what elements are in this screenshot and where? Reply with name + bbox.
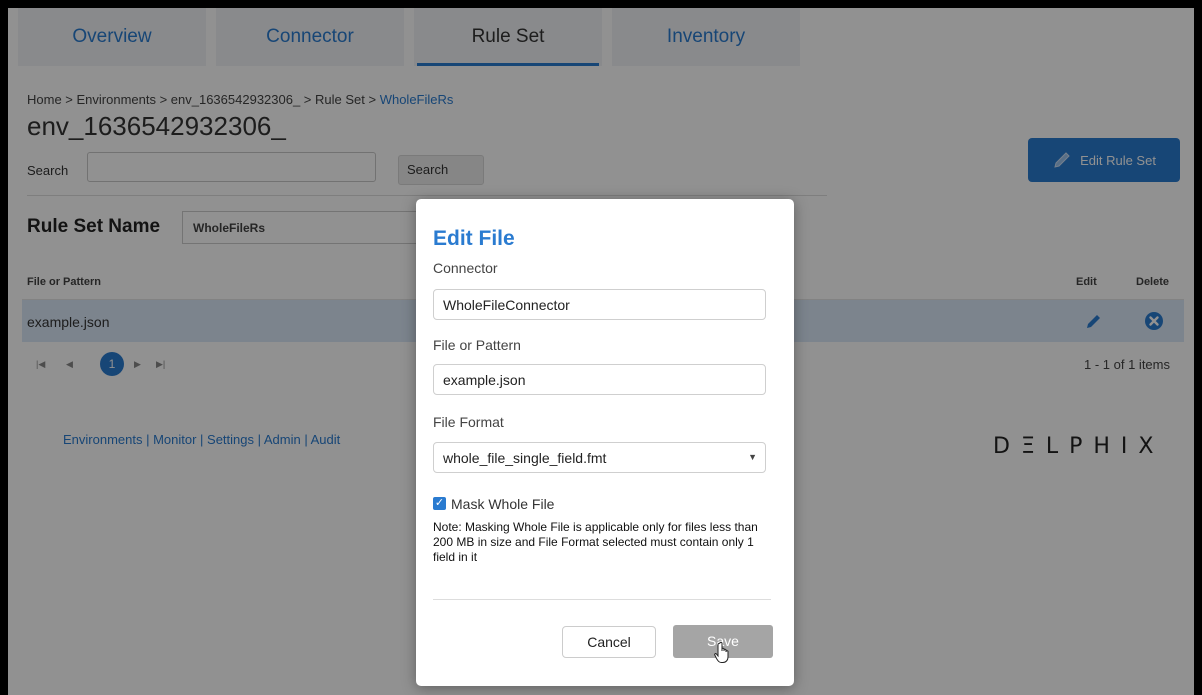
app-window: Overview Connector Rule Set Inventory Ho… bbox=[8, 8, 1194, 695]
file-format-value: whole_file_single_field.fmt bbox=[443, 450, 607, 466]
mask-note: Note: Masking Whole File is applicable o… bbox=[433, 520, 758, 564]
dialog-divider bbox=[433, 599, 771, 600]
file-pattern-label: File or Pattern bbox=[433, 337, 521, 353]
chevron-down-icon: ▼ bbox=[748, 452, 757, 462]
hand-cursor-icon bbox=[714, 642, 729, 663]
cancel-button[interactable]: Cancel bbox=[562, 626, 656, 658]
file-format-label: File Format bbox=[433, 414, 504, 430]
dialog-title: Edit File bbox=[433, 227, 515, 250]
mask-whole-file-checkbox[interactable]: ✓ bbox=[433, 497, 446, 510]
connector-label: Connector bbox=[433, 260, 498, 276]
file-pattern-field[interactable]: example.json bbox=[433, 364, 766, 395]
connector-field[interactable]: WholeFileConnector bbox=[433, 289, 766, 320]
edit-file-dialog: Edit File Connector WholeFileConnector F… bbox=[416, 199, 794, 686]
file-format-select[interactable]: whole_file_single_field.fmt ▼ bbox=[433, 442, 766, 473]
mask-whole-file-label[interactable]: Mask Whole File bbox=[451, 496, 554, 512]
